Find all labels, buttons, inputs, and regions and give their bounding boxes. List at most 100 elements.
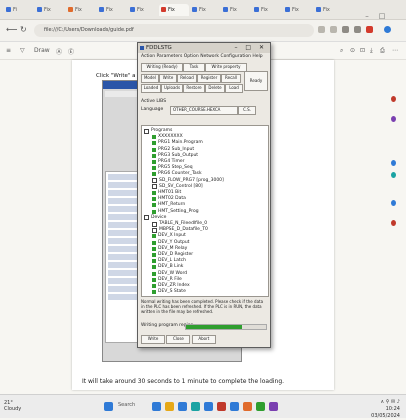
tab-favicon-icon	[254, 7, 259, 12]
page-view-icon[interactable]: ⊡	[360, 47, 365, 54]
browser-tab[interactable]: Fix	[190, 4, 220, 16]
url-input[interactable]: file:///C:/Users/Downloads/guide.pdf	[34, 24, 314, 37]
extension-icon[interactable]	[342, 26, 349, 33]
dialog-menu-bar: Action Parameters Option Network Configu…	[138, 53, 270, 61]
status-message: Normal writing has been completed. Pleas…	[141, 299, 264, 314]
taskbar-app-icon[interactable]	[269, 402, 278, 411]
tab-label: Fix	[323, 7, 330, 13]
taskbar-app-icon[interactable]	[191, 402, 200, 411]
draw-button[interactable]: Draw	[34, 47, 50, 54]
loaded-button[interactable]: Loaded	[141, 84, 161, 93]
favorites-icon[interactable]	[354, 26, 361, 33]
expand-box-icon[interactable]	[144, 128, 149, 134]
menu-item[interactable]: Network	[200, 54, 219, 59]
copilot-icon[interactable]	[384, 26, 391, 33]
expand-box-icon[interactable]	[144, 215, 149, 221]
recall-button[interactable]: Recall	[221, 74, 241, 83]
taskbar-app-icon[interactable]	[152, 402, 161, 411]
download-icon[interactable]: ⤓	[370, 47, 373, 55]
find-icon[interactable]: ⌕	[340, 47, 343, 55]
model-button[interactable]: Model	[141, 74, 159, 83]
app-icon	[140, 46, 144, 50]
taskbar-search[interactable]: Search	[118, 402, 135, 408]
bottom-close-button[interactable]: Close	[166, 335, 191, 344]
load-button[interactable]: Load	[225, 84, 243, 93]
bookmark-star-icon[interactable]	[330, 26, 337, 33]
menu-item[interactable]: Help	[252, 54, 262, 59]
browser-tab[interactable]: Fix	[35, 4, 65, 16]
dialog-window-buttons[interactable]: – □ ✕	[234, 43, 267, 53]
browser-tab[interactable]: Fix	[283, 4, 313, 16]
sidebar-app-icon[interactable]	[391, 160, 396, 166]
menu-item[interactable]: Parameters	[157, 54, 183, 59]
bottom-abort-button[interactable]: Abort	[191, 335, 216, 344]
tab-favicon-icon	[285, 7, 290, 12]
progress-row: Writing program region	[141, 321, 267, 331]
zoom-icon[interactable]	[318, 26, 325, 33]
maximize-button[interactable]: □	[377, 12, 387, 20]
tab-label: Fix	[199, 7, 206, 13]
window-controls: – □ ✕	[362, 3, 402, 39]
bottom-write-button[interactable]: Write	[141, 335, 165, 344]
tab-favicon-icon	[223, 7, 228, 12]
taskbar-app-icon[interactable]	[230, 402, 239, 411]
taskbar-app-icon[interactable]	[243, 402, 252, 411]
profile-icon[interactable]	[366, 26, 373, 33]
sidebar-app-icon[interactable]	[391, 172, 396, 178]
menu-item[interactable]: Action	[141, 54, 155, 59]
browser-tab[interactable]: Fix	[314, 4, 344, 16]
sidebar-app-icon[interactable]	[391, 116, 396, 122]
browser-tab[interactable]: Fix	[221, 4, 251, 16]
taskbar-app-icon[interactable]	[204, 402, 213, 411]
browser-tab[interactable]: Fix	[159, 4, 189, 16]
menu-item[interactable]: Configuration	[220, 54, 251, 59]
sidebar-app-icon[interactable]	[391, 220, 396, 226]
clock-time: 10:24	[385, 406, 400, 412]
highlight-icon[interactable]: ▽	[20, 47, 25, 54]
sidebar-app-icon[interactable]	[391, 96, 396, 102]
refresh-icon[interactable]: ↻	[20, 25, 27, 34]
text-icon[interactable]: Ⓐ	[56, 47, 62, 56]
write-property-tab[interactable]: Write property	[205, 63, 247, 72]
tab-label: Fix	[75, 7, 82, 13]
tab-favicon-icon	[192, 7, 197, 12]
more-icon[interactable]: ⋯	[392, 47, 398, 54]
delete-button[interactable]: Delete	[205, 84, 225, 93]
taskbar-app-icon[interactable]	[178, 402, 187, 411]
checked-box-icon[interactable]	[152, 290, 156, 295]
browser-tab[interactable]: Fix	[128, 4, 158, 16]
erase-icon[interactable]: Ⓔ	[68, 47, 74, 56]
tree-node[interactable]: DEV_S State	[152, 288, 186, 296]
language-select[interactable]: OTHER_COURSE.HEXCA	[170, 106, 238, 115]
tab-label: Fix	[230, 7, 237, 13]
task-tab[interactable]: Task	[183, 63, 205, 72]
browser-tab[interactable]: Fix	[97, 4, 127, 16]
taskbar-app-icon[interactable]	[217, 402, 226, 411]
taskbar-app-icon[interactable]	[256, 402, 265, 411]
uploads-button[interactable]: Uploads	[161, 84, 183, 93]
cs-button[interactable]: C.S.	[238, 106, 256, 115]
taskbar-app-icon[interactable]	[165, 402, 174, 411]
menu-icon[interactable]: ≡	[6, 47, 11, 54]
browser-tab[interactable]: Fix	[252, 4, 282, 16]
browser-tab[interactable]: Fi	[4, 4, 34, 16]
clock-date: 03/05/2024	[371, 413, 400, 419]
weather-widget[interactable]: 21° Cloudy	[4, 400, 21, 412]
browser-tab[interactable]: Fix	[66, 4, 96, 16]
ready-button[interactable]: Ready	[244, 71, 268, 91]
restore-button[interactable]: Restore	[183, 84, 205, 93]
register-button[interactable]: Register	[197, 74, 221, 83]
print-icon[interactable]: ⎙	[380, 47, 385, 55]
browser-tab-strip: Fi Fix Fix Fix Fix Fix Fix Fix Fix Fix Fix	[0, 0, 406, 20]
sidebar-app-icon[interactable]	[391, 200, 396, 206]
minimize-button[interactable]: –	[362, 12, 372, 20]
write-button[interactable]: Write	[159, 74, 177, 83]
back-arrow-icon[interactable]: ⟵	[6, 25, 17, 34]
tray-icons[interactable]: ∧ ⚲ ✉ ♪	[381, 399, 400, 405]
writing-ready-tab[interactable]: Writing (Ready)	[141, 63, 183, 72]
reload-button[interactable]: Reload	[177, 74, 197, 83]
menu-item[interactable]: Option	[184, 54, 199, 59]
start-button-icon[interactable]	[104, 402, 113, 411]
fit-icon[interactable]: ⊙	[350, 47, 355, 54]
language-label: Language	[141, 107, 164, 112]
